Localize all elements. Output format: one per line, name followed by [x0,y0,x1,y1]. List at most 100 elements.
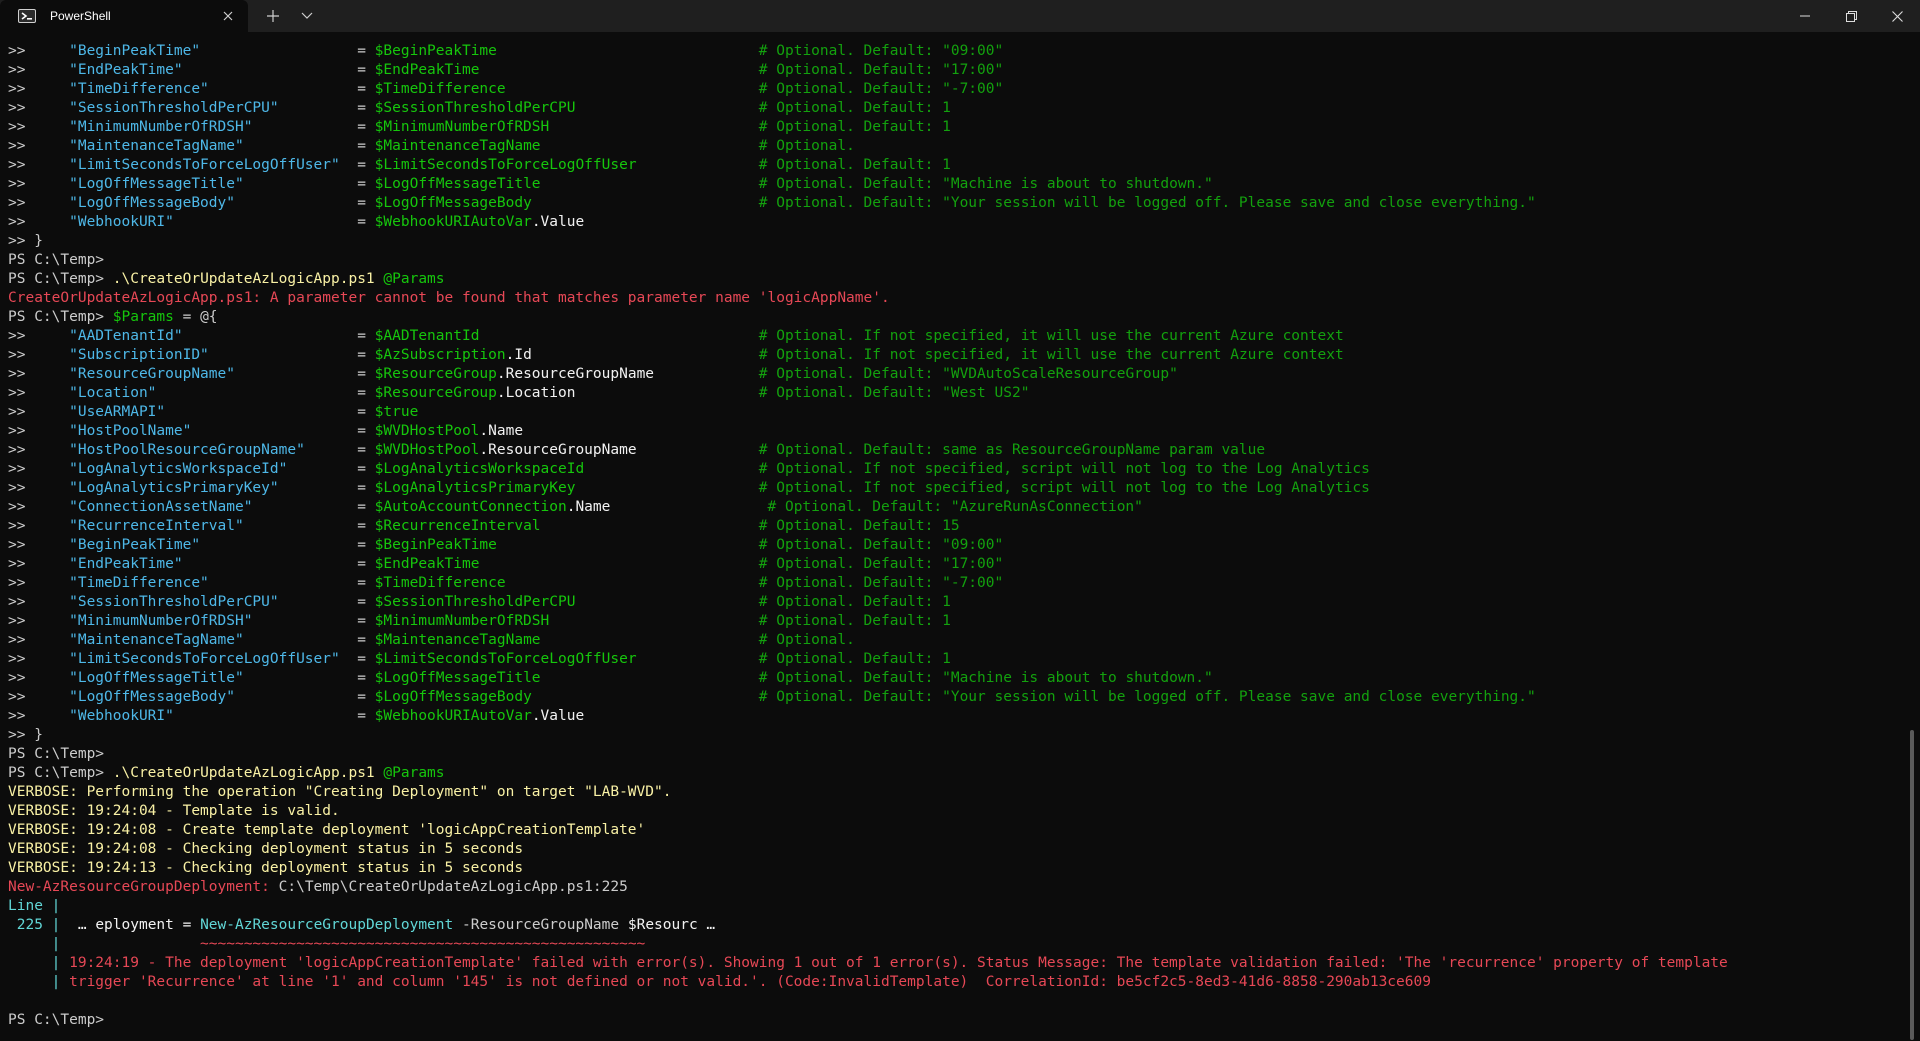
close-icon[interactable] [220,8,236,24]
terminal-text: >> [8,328,70,344]
restore-icon[interactable] [1828,0,1874,32]
terminal-text: >> [8,537,70,553]
terminal-text: = [243,632,375,648]
terminal-text: = [252,119,375,135]
terminal-text: 225 [8,917,52,933]
terminal-text: .\CreateOrUpdateAzLogicApp.ps1 [112,765,375,781]
terminal-text: >> [8,385,70,401]
terminal-text: "LimitSecondsToForceLogOffUser" [69,651,340,667]
terminal-text: $MinimumNumberOfRDSH [374,119,550,135]
terminal-line: >> "SessionThresholdPerCPU" = $SessionTh… [8,99,1906,118]
terminal-text: "WebhookURI" [69,708,174,724]
terminal-text: $MaintenanceTagName [374,138,541,154]
terminal-line: 225 | … eployment = New-AzResourceGroupD… [8,916,1906,935]
terminal-text: .Name [566,499,611,515]
terminal-output[interactable]: >> "BeginPeakTime" = $BeginPeakTime # Op… [0,32,1906,1041]
terminal-line: | trigger 'Recurrence' at line '1' and c… [8,973,1906,992]
terminal-line: >> "HostPoolName" = $WVDHostPool.Name [8,422,1906,441]
terminal-line: PS C:\Temp> .\CreateOrUpdateAzLogicApp.p… [8,270,1906,289]
terminal-text: "ResourceGroupName" [69,366,235,382]
terminal-text: "LogAnalyticsPrimaryKey" [69,480,279,496]
terminal-text: C:\Temp\CreateOrUpdateAzLogicApp.ps1:225 [278,879,628,895]
terminal-text: .ResourceGroupName [479,442,637,458]
terminal-text: >> [8,176,70,192]
terminal-text: >> [8,366,70,382]
terminal-text: $BeginPeakTime [374,537,497,553]
scrollbar[interactable] [1910,730,1914,1040]
minimize-icon[interactable] [1782,0,1828,32]
terminal-text: >> [8,556,70,572]
terminal-text: >> [8,651,70,667]
terminal-text: VERBOSE: 19:24:08 - Checking deployment … [8,841,524,857]
terminal-text: $WVDHostPool [374,423,480,439]
terminal-text: $EndPeakTime [374,556,480,572]
terminal-text: PS C:\Temp> [8,252,105,268]
terminal-text: # Optional. Default: "Machine is about t… [758,176,1213,192]
terminal-text: # Optional. Default: "17:00" [758,62,1004,78]
terminal-text: Line | [8,898,61,914]
chevron-down-icon[interactable] [290,0,324,32]
terminal-text: >> [8,214,70,230]
terminal-line: | 19:24:19 - The deployment 'logicAppCre… [8,954,1906,973]
terminal-text: # Optional. Default: "Your session will … [758,689,1536,705]
terminal-line: >> "EndPeakTime" = $EndPeakTime # Option… [8,555,1906,574]
terminal-text: "SubscriptionID" [69,347,209,363]
terminal-text: >> [8,594,70,610]
terminal-text: >> } [8,233,43,249]
terminal-line: >> "LogOffMessageTitle" = $LogOffMessage… [8,669,1906,688]
terminal-line: New-AzResourceGroupDeployment: C:\Temp\C… [8,878,1906,897]
terminal-text: # Optional. Default: "Your session will … [758,195,1536,211]
terminal-text: = [165,404,375,420]
terminal-line: >> "MinimumNumberOfRDSH" = $MinimumNumbe… [8,118,1906,137]
terminal-line: PS C:\Temp> .\CreateOrUpdateAzLogicApp.p… [8,764,1906,783]
tab-powershell[interactable]: PowerShell [0,0,248,32]
terminal-text: $Params [112,309,174,325]
terminal-text: … [697,917,716,933]
terminal-text: >> [8,138,70,154]
terminal-text: VERBOSE: 19:24:13 - Checking deployment … [8,860,524,876]
terminal-text: >> [8,689,70,705]
terminal-text: >> } [8,727,43,743]
plus-icon[interactable] [256,0,290,32]
terminal-text: = [339,157,375,173]
terminal-text: >> [8,423,70,439]
terminal-text: # Optional. Default: "09:00" [758,537,1004,553]
terminal-text: # Optional. Default: "09:00" [758,43,1004,59]
terminal-text: = [243,518,375,534]
terminal-text: 19:24:19 - The deployment 'logicAppCreat… [69,955,1728,971]
terminal-line: >> "AADTenantId" = $AADTenantId # Option… [8,327,1906,346]
terminal-text: $LogOffMessageTitle [374,670,541,686]
title-bar-drag-area[interactable] [324,0,1782,32]
terminal-line: >> "HostPoolResourceGroupName" = $WVDHos… [8,441,1906,460]
terminal-text: = [191,423,375,439]
terminal-text: "EndPeakTime" [69,556,183,572]
close-window-icon[interactable] [1874,0,1920,32]
terminal-text: "MinimumNumberOfRDSH" [69,119,253,135]
terminal-text: $LogAnalyticsPrimaryKey [374,480,576,496]
terminal-text: = [182,556,375,572]
terminal-line: >> "LogAnalyticsWorkspaceId" = $LogAnaly… [8,460,1906,479]
terminal-line: PS C:\Temp> $Params = @{ [8,308,1906,327]
terminal-text: >> [8,157,70,173]
terminal-text: "LogOffMessageTitle" [69,176,244,192]
terminal-text: $WebhookURIAutoVar [374,214,532,230]
terminal-text: # Optional. If not specified, it will us… [758,328,1344,344]
terminal-text: >> [8,347,70,363]
terminal-line: >> "UseARMAPI" = $true [8,403,1906,422]
terminal-text: PS C:\Temp> [8,1012,105,1028]
terminal-text: = @{ [173,309,218,325]
terminal-text: "LogOffMessageBody" [69,195,235,211]
terminal-text: = [252,613,375,629]
terminal-text: # Optional. Default: 1 [758,157,951,173]
